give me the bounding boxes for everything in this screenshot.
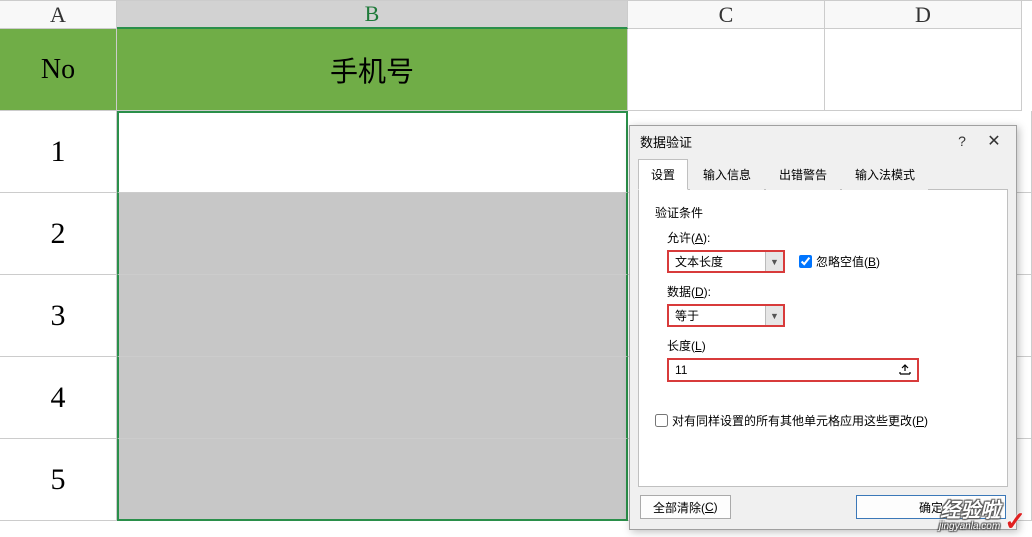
ok-cancel-area[interactable]: 确定 xyxy=(856,495,1006,519)
length-input[interactable]: 11 xyxy=(667,358,919,382)
col-header-a[interactable]: A xyxy=(0,1,117,29)
settings-pane: 验证条件 允许(A): 文本长度 ▼ 忽略空值(B) 数据(D): 等于 ▼ 长… xyxy=(638,190,1008,487)
row-num[interactable]: 3 xyxy=(0,275,117,357)
chevron-down-icon: ▼ xyxy=(765,252,783,271)
col-header-b[interactable]: B xyxy=(117,1,628,29)
range-picker-icon[interactable] xyxy=(897,362,913,378)
tab-ime-mode[interactable]: 输入法模式 xyxy=(842,159,928,190)
header-no[interactable]: No xyxy=(0,29,117,111)
close-button[interactable]: ✕ xyxy=(978,130,1010,152)
tab-settings[interactable]: 设置 xyxy=(638,159,688,190)
allow-value: 文本长度 xyxy=(675,253,723,270)
length-value: 11 xyxy=(675,363,897,377)
clear-all-button[interactable]: 全部清除(C) xyxy=(640,495,731,519)
cell-b2[interactable] xyxy=(117,193,628,275)
header-row: No 手机号 xyxy=(0,29,1032,111)
apply-others-checkbox[interactable]: 对有同样设置的所有其他单元格应用这些更改(P) xyxy=(655,412,928,429)
row-num[interactable]: 2 xyxy=(0,193,117,275)
ignore-blank-checkbox[interactable]: 忽略空值(B) xyxy=(799,253,880,270)
cell-b4[interactable] xyxy=(117,357,628,439)
dialog-title: 数据验证 xyxy=(640,132,692,151)
validation-criteria-label: 验证条件 xyxy=(655,204,991,221)
chevron-down-icon: ▼ xyxy=(765,306,783,325)
cell-b3[interactable] xyxy=(117,275,628,357)
data-label: 数据(D): xyxy=(667,283,991,300)
help-button[interactable]: ? xyxy=(946,130,978,152)
tab-error-alert[interactable]: 出错警告 xyxy=(766,159,840,190)
allow-select[interactable]: 文本长度 ▼ xyxy=(667,250,785,273)
cell-b1[interactable] xyxy=(117,111,628,193)
cell-d-header[interactable] xyxy=(825,29,1022,111)
row-num[interactable]: 4 xyxy=(0,357,117,439)
ok-label: 确定 xyxy=(919,499,943,516)
dialog-titlebar[interactable]: 数据验证 ? ✕ xyxy=(630,126,1016,156)
cell-b5[interactable] xyxy=(117,439,628,521)
dialog-footer: 全部清除(C) 确定 xyxy=(630,495,1016,529)
col-header-c[interactable]: C xyxy=(628,1,825,29)
header-phone[interactable]: 手机号 xyxy=(117,29,628,111)
row-num[interactable]: 5 xyxy=(0,439,117,521)
col-header-d[interactable]: D xyxy=(825,1,1022,29)
tab-input-message[interactable]: 输入信息 xyxy=(690,159,764,190)
row-num[interactable]: 1 xyxy=(0,111,117,193)
length-label: 长度(L) xyxy=(667,337,991,354)
column-headers: A B C D xyxy=(0,0,1032,29)
cell-c-header[interactable] xyxy=(628,29,825,111)
allow-label: 允许(A): xyxy=(667,229,991,246)
data-validation-dialog: 数据验证 ? ✕ 设置 输入信息 出错警告 输入法模式 验证条件 允许(A): … xyxy=(629,125,1017,530)
data-select[interactable]: 等于 ▼ xyxy=(667,304,785,327)
data-value: 等于 xyxy=(675,307,699,324)
dialog-tabs: 设置 输入信息 出错警告 输入法模式 xyxy=(638,158,1008,190)
